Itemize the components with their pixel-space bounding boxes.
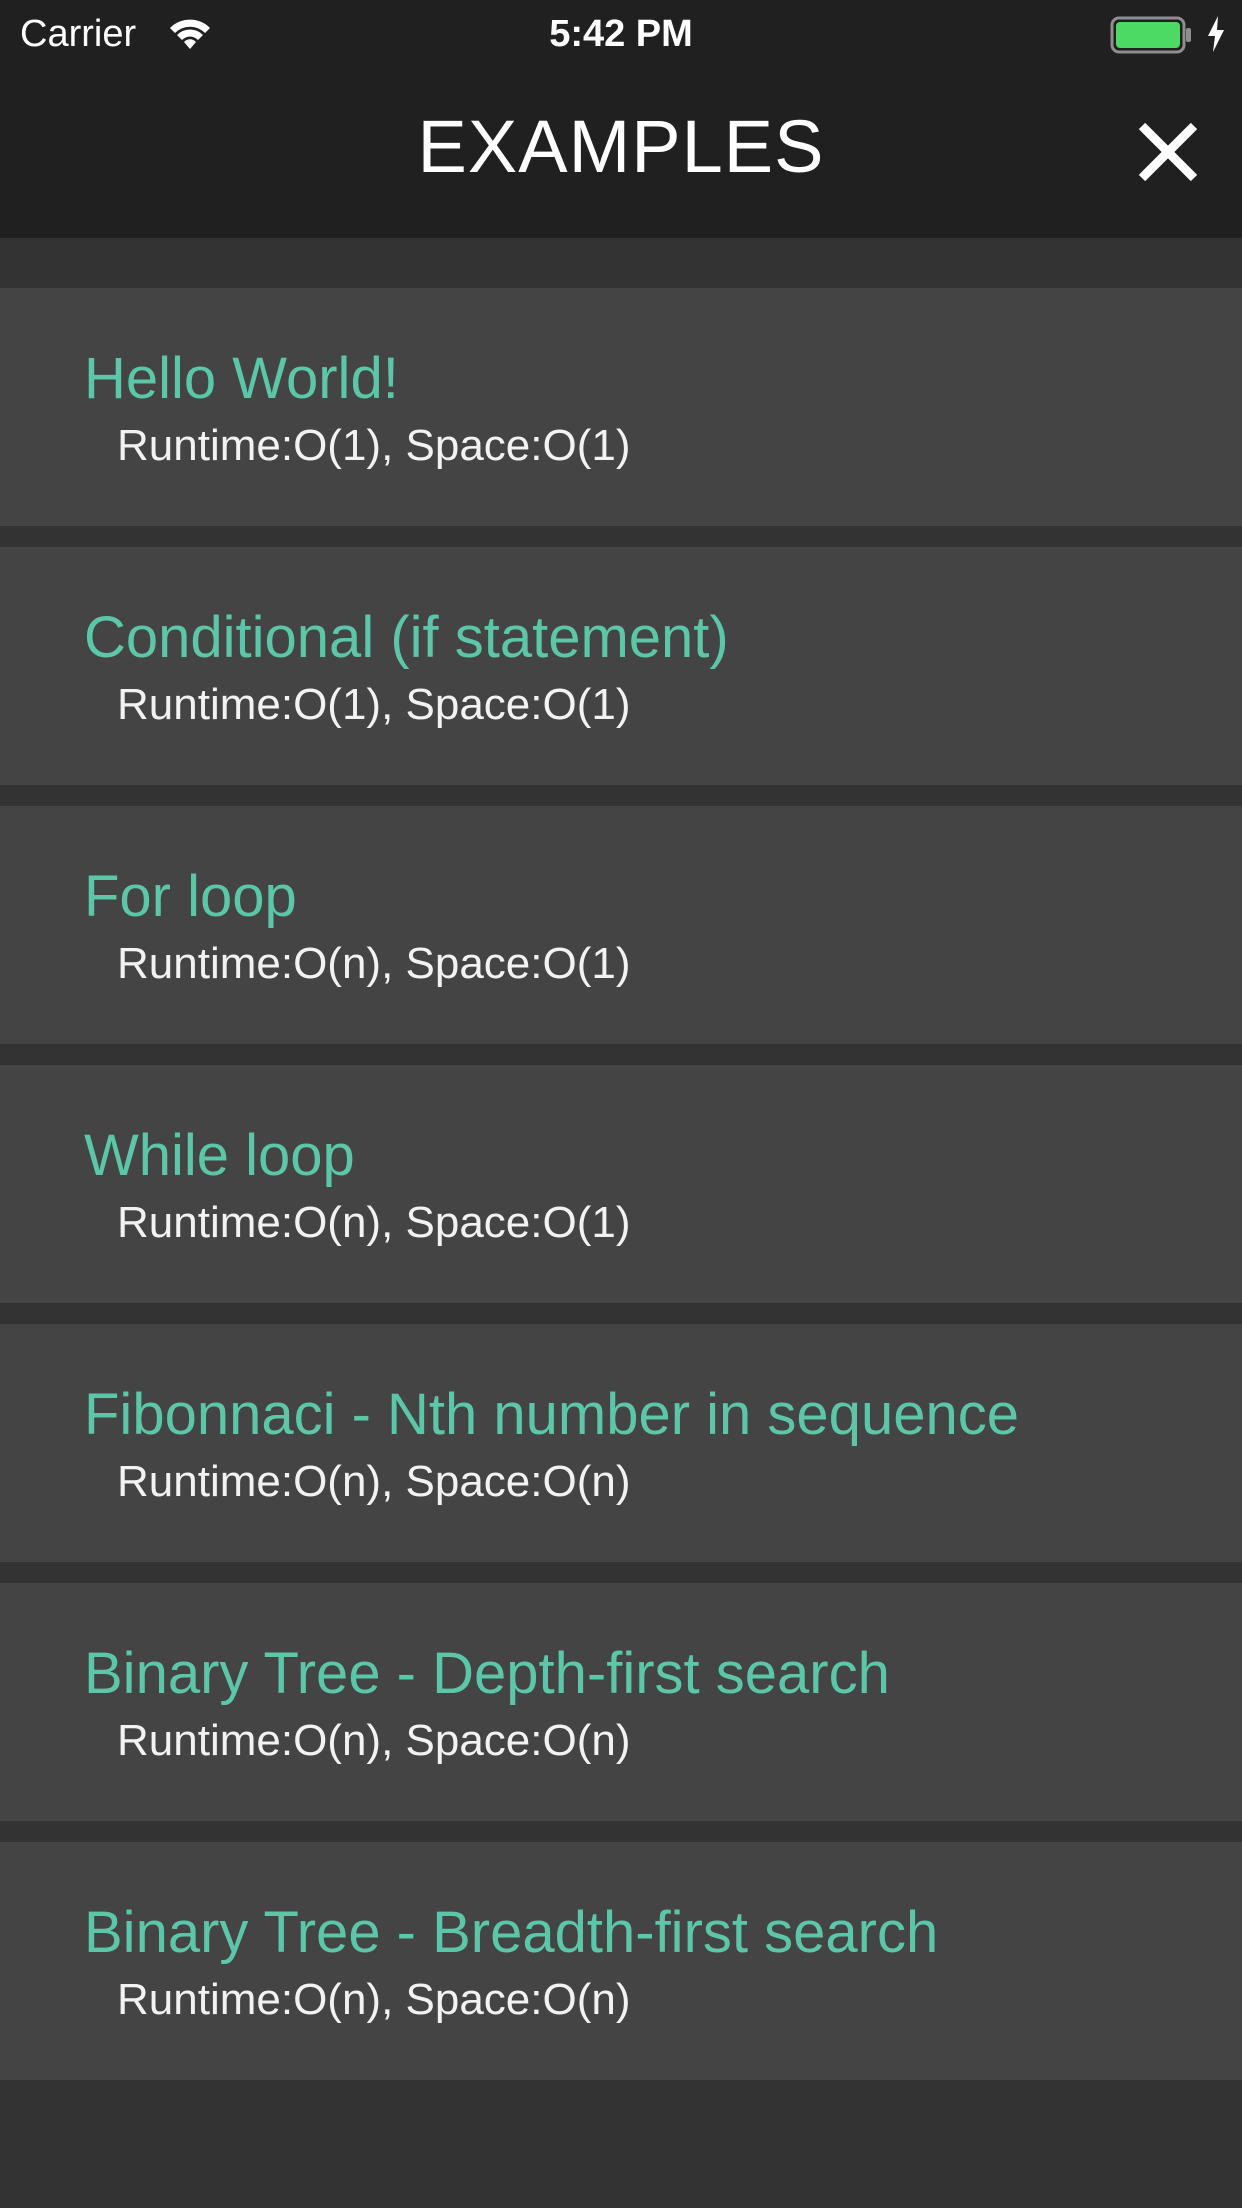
example-title: For loop bbox=[84, 864, 297, 929]
example-complexity: Runtime:O(1), Space:O(1) bbox=[117, 680, 631, 729]
example-complexity: Runtime:O(n), Space:O(1) bbox=[117, 939, 631, 988]
example-row-hello-world[interactable]: Hello World! Runtime:O(1), Space:O(1) bbox=[0, 288, 1242, 526]
example-row-for-loop[interactable]: For loop Runtime:O(n), Space:O(1) bbox=[0, 806, 1242, 1044]
example-row-while-loop[interactable]: While loop Runtime:O(n), Space:O(1) bbox=[0, 1065, 1242, 1303]
page-title: EXAMPLES bbox=[417, 105, 825, 188]
close-button[interactable] bbox=[1128, 112, 1208, 192]
example-complexity: Runtime:O(n), Space:O(n) bbox=[117, 1716, 631, 1765]
close-icon bbox=[1138, 122, 1198, 182]
charging-icon bbox=[1208, 16, 1224, 52]
example-title: Hello World! bbox=[84, 346, 399, 411]
example-row-fibonacci[interactable]: Fibonnaci - Nth number in sequence Runti… bbox=[0, 1324, 1242, 1562]
example-complexity: Runtime:O(1), Space:O(1) bbox=[117, 421, 631, 470]
example-row-binary-tree-dfs[interactable]: Binary Tree - Depth-first search Runtime… bbox=[0, 1583, 1242, 1821]
example-title: Fibonnaci - Nth number in sequence bbox=[84, 1382, 1019, 1447]
example-complexity: Runtime:O(n), Space:O(n) bbox=[117, 1457, 631, 1506]
example-title: While loop bbox=[84, 1123, 355, 1188]
status-time: 5:42 PM bbox=[549, 13, 693, 55]
navigation-bar: EXAMPLES bbox=[0, 68, 1242, 238]
example-title: Binary Tree - Breadth-first search bbox=[84, 1900, 939, 1965]
example-row-conditional[interactable]: Conditional (if statement) Runtime:O(1),… bbox=[0, 547, 1242, 785]
status-bar: Carrier 5:42 PM bbox=[0, 0, 1242, 68]
example-complexity: Runtime:O(n), Space:O(1) bbox=[117, 1198, 631, 1247]
battery-icon bbox=[1110, 16, 1191, 54]
example-title: Conditional (if statement) bbox=[84, 605, 729, 670]
example-title: Binary Tree - Depth-first search bbox=[84, 1641, 890, 1706]
example-complexity: Runtime:O(n), Space:O(n) bbox=[117, 1975, 631, 2024]
example-row-binary-tree-bfs[interactable]: Binary Tree - Breadth-first search Runti… bbox=[0, 1842, 1242, 2080]
